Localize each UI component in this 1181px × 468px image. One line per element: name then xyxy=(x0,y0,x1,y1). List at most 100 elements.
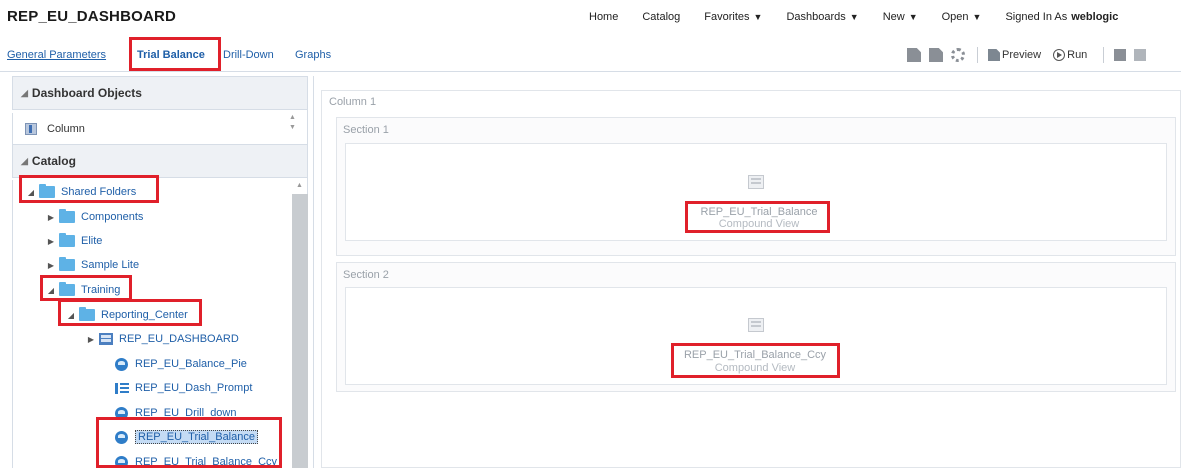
tree-item-label: Training xyxy=(81,284,121,296)
collapse-icon[interactable]: ◢ xyxy=(63,311,79,320)
home-link[interactable]: Home xyxy=(589,11,618,23)
objects-scrollbar[interactable]: ▲ ▼ xyxy=(288,113,297,144)
collapse-icon[interactable]: ◢ xyxy=(43,286,59,295)
folder-icon xyxy=(59,233,75,247)
tree-item-training[interactable]: ◢ Training xyxy=(43,279,120,301)
dashboard-object-column[interactable]: Column xyxy=(12,113,308,144)
chevron-down-icon: ▼ xyxy=(972,12,982,22)
view-title: REP_EU_Trial_Balance_Ccy xyxy=(683,349,827,361)
collapse-icon[interactable]: ◢ xyxy=(23,188,39,197)
preview-label: Preview xyxy=(1002,49,1042,61)
section-label: Section 1 xyxy=(343,124,389,136)
chevron-down-icon: ▼ xyxy=(849,12,859,22)
analysis-icon xyxy=(115,455,128,468)
folder-icon xyxy=(79,307,95,321)
tab-drill-down[interactable]: Drill-Down xyxy=(223,49,274,61)
analysis-icon xyxy=(115,406,128,420)
new-menu[interactable]: New ▼ xyxy=(883,11,918,23)
left-panel: ◢ Dashboard Objects Column ▲ ▼ ◢ Catalog ◢ S… xyxy=(12,76,308,468)
tree-item-label: REP_EU_Trial_Balance_Ccy xyxy=(135,456,278,468)
tab-graphs[interactable]: Graphs xyxy=(295,49,331,61)
dashboard-objects-title: Dashboard Objects xyxy=(31,86,142,100)
tree-item-label: Elite xyxy=(81,235,103,247)
tree-item-label: REP_EU_DASHBOARD xyxy=(119,333,239,345)
column-label: Column 1 xyxy=(329,96,377,108)
dashboard-title: REP_EU_DASHBOARD xyxy=(7,8,177,25)
tree-item-label: Reporting_Center xyxy=(101,309,188,321)
catalog-link[interactable]: Catalog xyxy=(642,11,680,23)
gear-icon[interactable] xyxy=(951,48,965,62)
toolbar-divider xyxy=(1103,47,1105,63)
analysis-icon xyxy=(115,357,128,371)
toolbar-divider xyxy=(977,47,978,63)
dashboard-objects-header[interactable]: ◢ Dashboard Objects xyxy=(12,76,308,110)
tab-general-parameters[interactable]: General Parameters xyxy=(7,49,106,61)
tree-item-label: REP_EU_Dash_Prompt xyxy=(135,382,253,394)
preview-icon xyxy=(988,49,1000,61)
collapse-icon: ◢ xyxy=(21,87,28,98)
section-label: Section 2 xyxy=(343,269,389,281)
chevron-down-icon: ▼ xyxy=(908,12,918,22)
tree-item-reporting-center[interactable]: ◢ Reporting_Center xyxy=(63,304,188,326)
tree-item-shared-folders[interactable]: ◢ Shared Folders xyxy=(23,181,136,203)
tree-item-dashboard[interactable]: ▶ REP_EU_DASHBOARD xyxy=(83,328,239,350)
save-as-icon[interactable] xyxy=(1134,49,1147,61)
tree-scrollbar[interactable] xyxy=(292,194,308,468)
compound-view-icon xyxy=(748,175,764,189)
run-button[interactable]: Run xyxy=(1053,49,1087,61)
page-options-icon[interactable] xyxy=(907,48,921,62)
collapse-icon: ◢ xyxy=(21,155,28,166)
folder-icon xyxy=(39,184,55,198)
catalog-header[interactable]: ◢ Catalog xyxy=(12,144,308,178)
folder-icon xyxy=(59,282,75,296)
open-menu[interactable]: Open ▼ xyxy=(942,11,982,23)
tree-item-balance-pie[interactable]: REP_EU_Balance_Pie xyxy=(115,353,247,375)
tree-item-label: REP_EU_Balance_Pie xyxy=(135,358,247,370)
preview-button[interactable]: Preview xyxy=(988,49,1041,61)
prompt-icon xyxy=(115,382,129,395)
tree-item-sample-lite[interactable]: ▶ Sample Lite xyxy=(43,254,139,276)
dashboard-icon xyxy=(99,333,113,345)
tree-item-label: Components xyxy=(81,211,144,223)
chevron-down-icon: ▼ xyxy=(753,12,763,22)
tree-item-label: Sample Lite xyxy=(81,259,140,271)
analysis-icon xyxy=(115,430,128,444)
folder-icon xyxy=(59,257,75,271)
dashboard-object-label: Column xyxy=(47,122,85,135)
tree-item-label: REP_EU_Trial_Balance xyxy=(135,430,258,444)
expand-icon[interactable]: ▶ xyxy=(43,213,59,222)
compound-view-icon xyxy=(748,318,764,332)
tree-item-elite[interactable]: ▶ Elite xyxy=(43,230,102,252)
new-label: New xyxy=(882,11,905,23)
tree-item-components[interactable]: ▶ Components xyxy=(43,206,143,228)
page-properties-icon[interactable] xyxy=(929,48,943,62)
tree-item-label: Shared Folders xyxy=(61,186,137,198)
dashboards-menu[interactable]: Dashboards ▼ xyxy=(786,11,858,23)
save-icon[interactable] xyxy=(1114,49,1127,61)
expand-icon[interactable]: ▶ xyxy=(43,237,59,246)
signed-in-label: Signed In As xyxy=(1005,11,1068,23)
open-label: Open xyxy=(941,11,969,23)
editor-toolbar: Preview Run xyxy=(907,47,1154,63)
tree-item-trial-balance[interactable]: REP_EU_Trial_Balance xyxy=(115,426,258,448)
run-icon xyxy=(1053,49,1066,61)
signed-in-user: weblogic xyxy=(1071,11,1119,23)
expand-icon[interactable]: ▶ xyxy=(43,261,59,270)
view-subtitle: Compound View xyxy=(718,218,800,230)
dashboards-label: Dashboards xyxy=(786,11,846,23)
global-nav: Home Catalog Favorites ▼ Dashboards ▼ New ▼… xyxy=(589,11,1118,23)
expand-icon[interactable]: ▶ xyxy=(83,335,99,344)
view-subtitle: Compound View xyxy=(714,362,796,374)
tree-scroll-up-icon[interactable]: ▲ xyxy=(296,182,303,189)
tree-item-label: REP_EU_Drill_down xyxy=(135,407,237,419)
favorites-menu[interactable]: Favorites ▼ xyxy=(704,11,762,23)
tree-item-dash-prompt[interactable]: REP_EU_Dash_Prompt xyxy=(115,377,252,399)
tree-item-drill-down[interactable]: REP_EU_Drill_down xyxy=(115,402,237,424)
catalog-title: Catalog xyxy=(31,154,76,168)
catalog-tree: ◢ Shared Folders ▶ Components ▶ Elite ▶ Samp… xyxy=(12,180,308,468)
favorites-label: Favorites xyxy=(704,11,750,23)
signed-in-menu[interactable]: Signed In As weblogic xyxy=(1005,11,1118,23)
column-icon xyxy=(25,122,37,135)
top-bar: REP_EU_DASHBOARD Home Catalog Favorites ▼… xyxy=(0,0,1181,36)
tree-item-trial-balance-ccy[interactable]: REP_EU_Trial_Balance_Ccy xyxy=(115,451,277,468)
